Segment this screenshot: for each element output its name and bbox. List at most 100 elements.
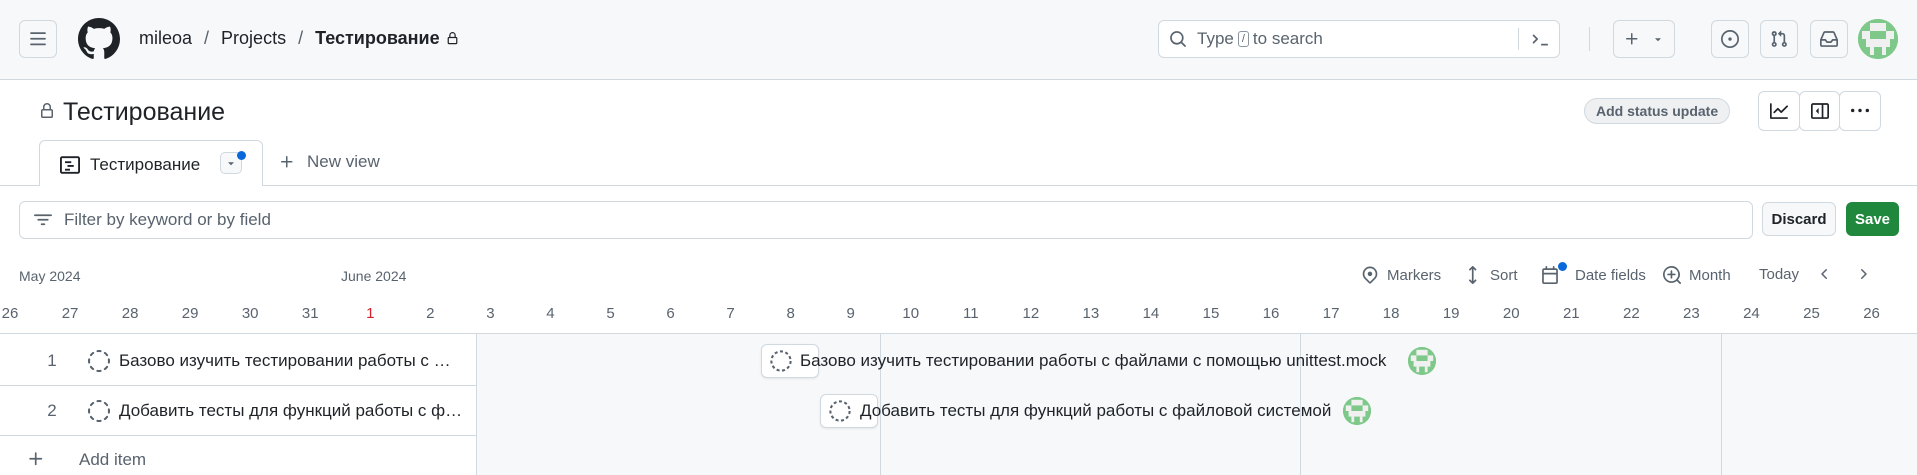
row-divider [0, 435, 477, 436]
previous-button[interactable] [1817, 266, 1841, 282]
breadcrumb-projects[interactable]: Projects [221, 28, 286, 49]
day-label: 26 [1, 305, 19, 322]
assignee-avatar[interactable] [1343, 397, 1371, 425]
search-suffix: to search [1252, 29, 1323, 48]
day-label: 11 [963, 305, 979, 322]
menu-button[interactable] [19, 20, 57, 58]
markers-button[interactable]: Markers [1361, 266, 1441, 284]
draft-issue-icon [88, 400, 110, 422]
global-header: mileoa / Projects / Тестирование Type / … [0, 0, 1917, 80]
zoom-in-icon [1663, 266, 1681, 284]
discard-button[interactable]: Discard [1762, 202, 1836, 236]
identicon-icon [1343, 397, 1371, 425]
breadcrumb-current[interactable]: Тестирование [315, 28, 440, 49]
zoom-button[interactable]: Month [1663, 266, 1731, 284]
save-button[interactable]: Save [1846, 202, 1899, 236]
breadcrumb-owner[interactable]: mileoa [139, 28, 192, 49]
day-label: 26 [1863, 305, 1880, 322]
arrow-both-vertical-icon [1469, 266, 1477, 284]
plus-icon[interactable] [27, 450, 45, 468]
day-label: 18 [1382, 305, 1400, 322]
add-status-update-button[interactable]: Add status update [1584, 98, 1731, 124]
date-fields-label: Date fields [1575, 266, 1646, 284]
breadcrumb-separator: / [298, 28, 304, 48]
day-label: 1 [366, 305, 375, 322]
day-label: 12 [1022, 305, 1040, 322]
header-divider [1589, 27, 1590, 51]
day-label: 27 [61, 305, 79, 322]
timeline-item-title[interactable]: Базово изучить тестировании работы с фай… [800, 351, 1386, 371]
day-label: 17 [1322, 305, 1340, 322]
caret-down-icon [1655, 38, 1661, 42]
issue-opened-icon [1721, 30, 1739, 48]
day-label: 30 [241, 305, 259, 322]
issues-button[interactable] [1711, 20, 1749, 58]
tab-underline-gap [40, 184, 262, 187]
chevron-right-icon [1861, 269, 1867, 279]
insights-button[interactable] [1758, 91, 1800, 131]
sort-button[interactable]: Sort [1464, 266, 1518, 284]
day-label: 22 [1623, 305, 1640, 322]
month-label: May 2024 [19, 268, 81, 284]
add-item-button[interactable]: Add item [79, 450, 146, 470]
day-label: 5 [606, 305, 615, 322]
user-avatar[interactable] [1858, 19, 1898, 59]
draft-issue-icon [770, 350, 792, 372]
calendar-icon [1542, 266, 1558, 284]
pull-requests-button[interactable] [1760, 20, 1798, 58]
today-button[interactable]: Today [1759, 266, 1799, 283]
timeline-item-title[interactable]: Добавить тесты для функций работы с файл… [860, 401, 1331, 421]
github-logo-icon[interactable] [78, 18, 120, 60]
create-new-button[interactable] [1613, 20, 1675, 58]
plus-icon [281, 156, 293, 168]
day-label: 29 [181, 305, 199, 322]
filter-input[interactable]: Filter by keyword or by field [19, 201, 1753, 239]
month-label: June 2024 [341, 268, 407, 284]
new-view-button[interactable]: New view [279, 152, 380, 172]
day-label: 15 [1202, 305, 1220, 322]
search-input[interactable]: Type / to search [1158, 20, 1560, 58]
inbox-button[interactable] [1810, 20, 1848, 58]
day-label: 13 [1082, 305, 1100, 322]
search-divider [1518, 28, 1519, 50]
new-view-label: New view [307, 152, 380, 171]
hamburger-icon [30, 32, 46, 46]
day-label: 2 [426, 305, 435, 322]
day-label: 24 [1743, 305, 1760, 322]
zoom-label: Month [1689, 266, 1731, 284]
today-label: Today [1759, 266, 1800, 283]
item-title[interactable]: Базово изучить тестировании работы с фай… [119, 351, 464, 371]
day-label: 9 [846, 305, 855, 322]
inbox-icon [1820, 31, 1838, 47]
markers-label: Markers [1387, 266, 1442, 284]
more-options-button[interactable] [1839, 91, 1881, 131]
row-number: 2 [47, 401, 57, 420]
command-palette-icon[interactable] [1531, 30, 1549, 48]
lock-icon [41, 103, 53, 118]
side-panel-button[interactable] [1799, 91, 1840, 131]
sort-label: Sort [1490, 266, 1518, 284]
day-label: 3 [486, 305, 495, 322]
graph-icon [1770, 103, 1788, 119]
day-label: 14 [1142, 305, 1160, 322]
filter-icon [34, 214, 52, 226]
chevron-left-icon [1821, 269, 1827, 279]
breadcrumb-separator: / [204, 28, 210, 48]
tab-testing-view[interactable]: Тестирование [39, 140, 263, 186]
git-pull-request-icon [1771, 30, 1787, 47]
item-title[interactable]: Добавить тесты для функций работы с файл… [119, 401, 464, 421]
date-fields-button[interactable]: Date fields [1541, 266, 1646, 284]
search-prefix: Type [1197, 29, 1234, 48]
next-button[interactable] [1855, 266, 1879, 282]
search-shortcut-key: / [1237, 31, 1249, 47]
triangle-down-icon [228, 162, 234, 166]
assignee-avatar[interactable] [1408, 347, 1436, 375]
week-gridline [1721, 334, 1722, 475]
day-label: 20 [1502, 305, 1520, 322]
day-label: 19 [1442, 305, 1460, 322]
project-title[interactable]: Тестирование [63, 98, 225, 127]
day-label: 4 [546, 305, 555, 322]
lock-icon [447, 32, 458, 45]
breadcrumb: mileoa / Projects / Тестирование [139, 28, 459, 49]
day-label: 21 [1562, 305, 1580, 322]
